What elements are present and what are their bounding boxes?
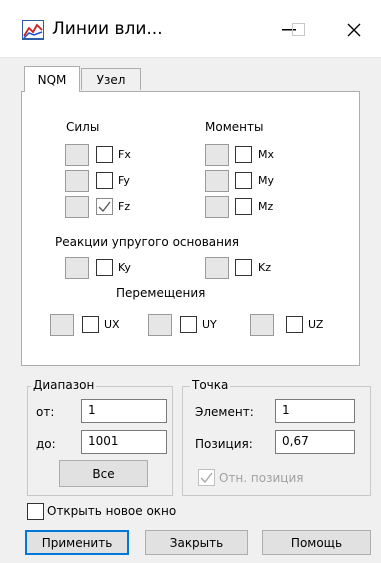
check-icon xyxy=(98,201,111,212)
element-label: Элемент: xyxy=(195,405,254,419)
element-input[interactable]: 1 xyxy=(275,399,355,423)
checkbox-my-label: My xyxy=(258,174,275,187)
checkbox-ux[interactable] xyxy=(82,316,99,333)
all-button[interactable]: Все xyxy=(59,460,148,487)
color-swatch-ky[interactable] xyxy=(65,257,89,279)
checkbox-fx-label: Fx xyxy=(118,148,131,161)
color-swatch-uy[interactable] xyxy=(148,314,172,336)
color-swatch-fy[interactable] xyxy=(65,170,89,192)
range-to-input[interactable]: 1001 xyxy=(81,430,167,454)
maximize-icon xyxy=(292,23,305,36)
color-swatch-kz[interactable] xyxy=(205,257,229,279)
checkbox-kz[interactable] xyxy=(235,259,252,276)
checkbox-fy-label: Fy xyxy=(118,174,130,187)
checkbox-ky[interactable] xyxy=(96,259,113,276)
checkbox-fz[interactable] xyxy=(96,198,113,215)
checkbox-mz[interactable] xyxy=(235,198,252,215)
checkbox-ky-label: Ky xyxy=(118,261,131,274)
color-swatch-fx[interactable] xyxy=(65,144,89,166)
position-label: Позиция: xyxy=(195,437,253,451)
checkbox-mx[interactable] xyxy=(235,146,252,163)
maximize-button[interactable] xyxy=(279,14,319,46)
displacements-heading: Перемещения xyxy=(116,286,206,300)
help-button[interactable]: Помощь xyxy=(262,530,371,555)
checkbox-uy[interactable] xyxy=(180,316,197,333)
color-swatch-uz[interactable] xyxy=(250,314,274,336)
tab-label: Узел xyxy=(96,72,126,87)
point-group-title: Точка xyxy=(190,378,231,392)
apply-button[interactable]: Применить xyxy=(25,530,129,555)
checkbox-fz-label: Fz xyxy=(118,200,131,213)
range-from-label: от: xyxy=(36,405,55,419)
color-swatch-mx[interactable] xyxy=(205,144,229,166)
close-icon xyxy=(347,23,361,37)
reactions-heading: Реакции упругого основания xyxy=(55,235,239,249)
range-from-input[interactable]: 1 xyxy=(81,399,167,423)
checkbox-fx[interactable] xyxy=(96,146,113,163)
checkbox-mz-label: Mz xyxy=(258,200,274,213)
checkbox-kz-label: Kz xyxy=(258,261,271,274)
tab-nqm[interactable]: NQM xyxy=(24,66,80,92)
color-swatch-my[interactable] xyxy=(205,170,229,192)
forces-heading: Силы xyxy=(66,120,100,134)
color-swatch-mz[interactable] xyxy=(205,196,229,218)
checkbox-uz-label: UZ xyxy=(308,318,324,331)
relative-position-checkbox[interactable] xyxy=(198,469,215,486)
range-to-label: до: xyxy=(36,437,56,451)
tab-node[interactable]: Узел xyxy=(81,68,141,90)
tab-label: NQM xyxy=(37,72,67,87)
checkbox-uz[interactable] xyxy=(286,316,303,333)
checkbox-mx-label: Mx xyxy=(258,148,275,161)
range-group-title: Диапазон xyxy=(31,378,97,392)
checkbox-uy-label: UY xyxy=(202,318,217,331)
close-button[interactable] xyxy=(334,14,374,46)
open-new-window-label: Открыть новое окно xyxy=(47,504,177,518)
checkbox-ux-label: UX xyxy=(104,318,120,331)
checkbox-fy[interactable] xyxy=(96,172,113,189)
window-title: Линии вли... xyxy=(52,19,163,39)
checkbox-my[interactable] xyxy=(235,172,252,189)
chart-lines-icon xyxy=(22,20,44,40)
position-input[interactable]: 0,67 xyxy=(275,430,355,454)
close-dialog-button[interactable]: Закрыть xyxy=(145,530,248,555)
color-swatch-fz[interactable] xyxy=(65,196,89,218)
relative-position-label: Отн. позиция xyxy=(219,471,304,485)
moments-heading: Моменты xyxy=(205,120,264,134)
color-swatch-ux[interactable] xyxy=(50,314,74,336)
check-icon xyxy=(200,472,213,483)
open-new-window-checkbox[interactable] xyxy=(27,503,44,520)
